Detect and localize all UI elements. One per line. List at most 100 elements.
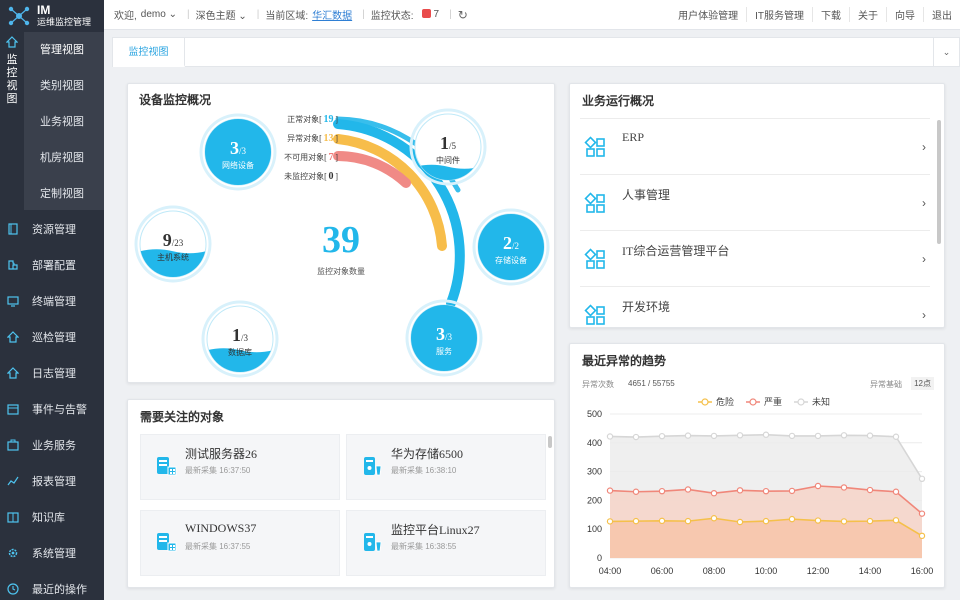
business-item-it-ops[interactable]: IT综合运营管理平台 › bbox=[570, 230, 930, 286]
logo-title: IM bbox=[37, 3, 51, 17]
submenu-item-category-view[interactable]: 类别视图 bbox=[24, 68, 104, 104]
monitor-label-char: 控 bbox=[6, 67, 18, 79]
data-point bbox=[892, 517, 900, 524]
book-icon bbox=[6, 222, 20, 236]
chevron-down-icon[interactable]: ⌄ bbox=[933, 38, 959, 66]
chevron-right-icon: › bbox=[922, 308, 926, 322]
grid-icon bbox=[584, 192, 605, 213]
tab-monitor-view[interactable]: 监控视图 bbox=[113, 38, 185, 67]
focus-card-1[interactable]: 华为存储6500 最新采集 16:38:10 bbox=[346, 434, 546, 500]
x-tick-label: 10:00 bbox=[755, 566, 778, 576]
x-tick-label: 16:00 bbox=[911, 566, 934, 576]
home-icon bbox=[6, 366, 20, 380]
sidebar-item-deploy[interactable]: 部署配置 bbox=[0, 247, 104, 283]
sidebar-item-recent[interactable]: 最近的操作 bbox=[0, 571, 104, 600]
business-item-hr[interactable]: 人事管理 › bbox=[570, 174, 930, 230]
home-icon bbox=[6, 330, 20, 344]
trend-range-badge[interactable]: 12点 bbox=[911, 377, 934, 390]
sidebar-item-label: 资源管理 bbox=[32, 224, 76, 236]
grid-icon bbox=[584, 136, 605, 157]
y-tick-label: 500 bbox=[587, 409, 602, 419]
y-tick-label: 300 bbox=[587, 467, 602, 477]
data-point bbox=[814, 517, 822, 524]
focus-card-3[interactable]: 监控平台Linux27 最新采集 16:38:55 bbox=[346, 510, 546, 576]
focus-card-time: 最新采集 16:37:50 bbox=[185, 466, 251, 475]
y-tick-label: 100 bbox=[587, 524, 602, 534]
data-point bbox=[632, 488, 640, 495]
business-item-erp[interactable]: ERP › bbox=[570, 118, 930, 174]
gauge-3[interactable]: 2/2存储设备 bbox=[472, 208, 550, 286]
sidebar-item-label: 报表管理 bbox=[32, 476, 76, 488]
submenu-item-business-view[interactable]: 业务视图 bbox=[24, 104, 104, 140]
monitor-view-toggle[interactable]: 监 控 视 图 bbox=[0, 32, 24, 210]
sidebar-item-events[interactable]: 事件与告警 bbox=[0, 391, 104, 427]
refresh-icon[interactable]: ↻ bbox=[458, 8, 468, 22]
trend-chart: 0 100 200 300 400 500 04:00 06:00 08:00 10:00 12:0… bbox=[587, 396, 934, 576]
gauge-0[interactable]: 3/3网络设备 bbox=[199, 113, 277, 191]
data-point bbox=[840, 432, 848, 439]
focus-objects-panel: 需要关注的对象 测试服务器26 最新采集 16:37:50 华为存储6500 最… bbox=[127, 399, 555, 588]
region-link[interactable]: 华汇数据 bbox=[312, 7, 352, 22]
sidebar-item-logs[interactable]: 日志管理 bbox=[0, 355, 104, 391]
sidebar-item-label: 事件与告警 bbox=[32, 404, 87, 416]
data-point bbox=[710, 515, 718, 522]
monitor-submenu: 管理视图 类别视图 业务视图 机房视图 定制视图 bbox=[24, 32, 104, 210]
sidebar-item-label: 终端管理 bbox=[32, 296, 76, 308]
link-ux-management[interactable]: 用户体验管理 bbox=[670, 7, 746, 22]
gauge-2[interactable]: 9/23主机系统 bbox=[134, 205, 212, 283]
data-point bbox=[866, 517, 874, 525]
trend-title: 最近异常的趋势 bbox=[582, 354, 667, 368]
device-gauges: 正常对象[ 19 ] 异常对象[ 13 ] 不可用对象[ 7 ] 未监控对象[ … bbox=[134, 108, 550, 378]
link-guide[interactable]: 向导 bbox=[886, 7, 923, 22]
focus-scrollbar[interactable] bbox=[548, 436, 552, 448]
focus-card-time: 最新采集 16:38:10 bbox=[391, 466, 457, 475]
focus-card-time: 最新采集 16:38:55 bbox=[391, 542, 457, 551]
legend-abnormal: 异常对象[ 13 ] bbox=[287, 133, 338, 144]
sidebar-item-label: 业务服务 bbox=[32, 440, 76, 452]
sidebar-item-terminal[interactable]: 终端管理 bbox=[0, 283, 104, 319]
link-about[interactable]: 关于 bbox=[849, 7, 886, 22]
focus-card-name: 华为存储6500 bbox=[391, 447, 464, 461]
sidebar-item-resources[interactable]: 资源管理 bbox=[0, 211, 104, 247]
gauge-1[interactable]: 1/5中间件 bbox=[409, 108, 487, 186]
status-badge[interactable]: 7 bbox=[418, 9, 439, 20]
focus-card-2[interactable]: WINDOWS37 最新采集 16:37:55 bbox=[140, 510, 340, 576]
submenu-item-custom-view[interactable]: 定制视图 bbox=[24, 176, 104, 212]
sidebar-item-business-service[interactable]: 业务服务 bbox=[0, 427, 104, 463]
business-scrollbar[interactable] bbox=[937, 120, 941, 244]
link-it-service[interactable]: IT服务管理 bbox=[746, 7, 812, 22]
user-menu[interactable]: demo ⌄ bbox=[141, 9, 177, 20]
chevron-right-icon: › bbox=[922, 196, 926, 210]
legend-item-0: 危险 bbox=[698, 396, 734, 407]
gauge-label: 数据库 bbox=[228, 347, 252, 357]
business-item-dev-env[interactable]: 开发环境 › bbox=[570, 286, 930, 327]
logo-icon bbox=[8, 6, 30, 26]
sidebar-item-knowledge[interactable]: 知识库 bbox=[0, 499, 104, 535]
data-point bbox=[892, 488, 900, 495]
data-point bbox=[762, 487, 770, 495]
server-icon bbox=[157, 533, 177, 552]
x-tick-label: 08:00 bbox=[703, 566, 726, 576]
monitor-label-char: 图 bbox=[6, 93, 18, 105]
gauge-label: 网络设备 bbox=[222, 160, 254, 170]
theme-dropdown[interactable]: 深色主题 ⌄ bbox=[196, 7, 247, 22]
sidebar-item-reports[interactable]: 报表管理 bbox=[0, 463, 104, 499]
legend-unmonitored: 未监控对象[ 0 ] bbox=[284, 171, 338, 182]
gauge-4[interactable]: 1/3数据库 bbox=[201, 300, 279, 378]
gauge-5[interactable]: 3/3服务 bbox=[405, 299, 483, 377]
link-logout[interactable]: 退出 bbox=[923, 7, 960, 22]
sidebar-item-inspection[interactable]: 巡检管理 bbox=[0, 319, 104, 355]
link-download[interactable]: 下载 bbox=[812, 7, 849, 22]
status-label: 监控状态: bbox=[370, 11, 414, 22]
submenu-item-management-view[interactable]: 管理视图 bbox=[24, 32, 104, 68]
data-point bbox=[918, 510, 926, 517]
focus-card-0[interactable]: 测试服务器26 最新采集 16:37:50 bbox=[140, 434, 340, 500]
submenu-item-room-view[interactable]: 机房视图 bbox=[24, 140, 104, 176]
puzzle-icon bbox=[6, 258, 20, 272]
trend-meta-value: 4651 / 55755 bbox=[628, 379, 675, 388]
legend-item-2: 未知 bbox=[794, 396, 830, 407]
device-overview-panel: 正常对象[ 19 ] 异常对象[ 13 ] 不可用对象[ 7 ] 未监控对象[ … bbox=[127, 83, 555, 383]
sidebar-item-system[interactable]: 系统管理 bbox=[0, 535, 104, 571]
data-point bbox=[632, 517, 640, 525]
focus-card-name: 监控平台Linux27 bbox=[391, 523, 480, 537]
